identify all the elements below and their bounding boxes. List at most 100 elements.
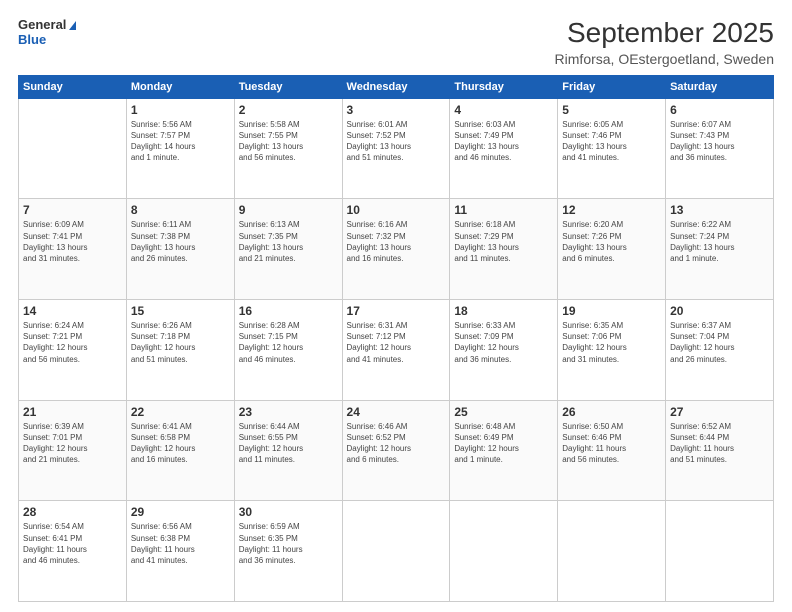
cell-day-number: 3 <box>347 103 446 117</box>
cell-day-number: 15 <box>131 304 230 318</box>
calendar-week-4: 21 Sunrise: 6:39 AMSunset: 7:01 PMDayligh… <box>19 400 774 501</box>
cell-day-number: 12 <box>562 203 661 217</box>
cell-day-number: 20 <box>670 304 769 318</box>
cell-info: Sunrise: 6:44 AMSunset: 6:55 PMDaylight:… <box>239 421 338 466</box>
col-monday: Monday <box>126 75 234 98</box>
calendar-cell: 10 Sunrise: 6:16 AMSunset: 7:32 PMDayligh… <box>342 199 450 300</box>
calendar-cell: 17Sunrise: 6:31 AMSunset: 7:12 PMDayligh… <box>342 300 450 401</box>
col-saturday: Saturday <box>666 75 774 98</box>
cell-info: Sunrise: 6:56 AMSunset: 6:38 PMDaylight:… <box>131 521 230 566</box>
cell-day-number: 21 <box>23 405 122 419</box>
cell-day-number: 19 <box>562 304 661 318</box>
calendar-cell: 4 Sunrise: 6:03 AMSunset: 7:49 PMDaylight… <box>450 98 558 199</box>
cell-info: Sunrise: 5:56 AMSunset: 7:57 PMDaylight:… <box>131 119 230 164</box>
calendar-cell: 13 Sunrise: 6:22 AMSunset: 7:24 PMDayligh… <box>666 199 774 300</box>
calendar-cell: 27 Sunrise: 6:52 AMSunset: 6:44 PMDayligh… <box>666 400 774 501</box>
calendar-cell: 18Sunrise: 6:33 AMSunset: 7:09 PMDayligh… <box>450 300 558 401</box>
cell-info: Sunrise: 6:09 AMSunset: 7:41 PMDaylight:… <box>23 219 122 264</box>
cell-info: Sunrise: 5:58 AMSunset: 7:55 PMDaylight:… <box>239 119 338 164</box>
cell-day-number: 11 <box>454 203 553 217</box>
cell-info: Sunrise: 6:16 AMSunset: 7:32 PMDaylight:… <box>347 219 446 264</box>
cell-day-number: 28 <box>23 505 122 519</box>
cell-info: Sunrise: 6:28 AMSunset: 7:15 PMDaylight:… <box>239 320 338 365</box>
cell-day-number: 26 <box>562 405 661 419</box>
calendar-cell: 24Sunrise: 6:46 AMSunset: 6:52 PMDayligh… <box>342 400 450 501</box>
col-sunday: Sunday <box>19 75 127 98</box>
cell-day-number: 7 <box>23 203 122 217</box>
cell-day-number: 16 <box>239 304 338 318</box>
cell-day-number: 27 <box>670 405 769 419</box>
calendar-cell: 30Sunrise: 6:59 AMSunset: 6:35 PMDayligh… <box>234 501 342 602</box>
title-block: September 2025 Rimforsa, OEstergoetland,… <box>555 18 774 67</box>
cell-day-number: 30 <box>239 505 338 519</box>
calendar-cell: 5 Sunrise: 6:05 AMSunset: 7:46 PMDaylight… <box>558 98 666 199</box>
calendar-week-2: 7 Sunrise: 6:09 AMSunset: 7:41 PMDaylight… <box>19 199 774 300</box>
cell-info: Sunrise: 6:54 AMSunset: 6:41 PMDaylight:… <box>23 521 122 566</box>
cell-day-number: 6 <box>670 103 769 117</box>
logo-general: General <box>18 18 76 33</box>
calendar-cell: 25 Sunrise: 6:48 AMSunset: 6:49 PMDayligh… <box>450 400 558 501</box>
logo-blue: Blue <box>18 33 46 48</box>
cell-info: Sunrise: 6:03 AMSunset: 7:49 PMDaylight:… <box>454 119 553 164</box>
cell-day-number: 24 <box>347 405 446 419</box>
calendar-week-3: 14Sunrise: 6:24 AMSunset: 7:21 PMDayligh… <box>19 300 774 401</box>
cell-info: Sunrise: 6:01 AMSunset: 7:52 PMDaylight:… <box>347 119 446 164</box>
cell-info: Sunrise: 6:24 AMSunset: 7:21 PMDaylight:… <box>23 320 122 365</box>
calendar-cell <box>19 98 127 199</box>
cell-info: Sunrise: 6:35 AMSunset: 7:06 PMDaylight:… <box>562 320 661 365</box>
calendar-cell: 7 Sunrise: 6:09 AMSunset: 7:41 PMDaylight… <box>19 199 127 300</box>
logo-graphic: General Blue <box>18 18 76 48</box>
subtitle: Rimforsa, OEstergoetland, Sweden <box>555 51 774 67</box>
calendar-cell: 14Sunrise: 6:24 AMSunset: 7:21 PMDayligh… <box>19 300 127 401</box>
cell-info: Sunrise: 6:52 AMSunset: 6:44 PMDaylight:… <box>670 421 769 466</box>
cell-day-number: 4 <box>454 103 553 117</box>
calendar-cell: 26 Sunrise: 6:50 AMSunset: 6:46 PMDayligh… <box>558 400 666 501</box>
cell-info: Sunrise: 6:13 AMSunset: 7:35 PMDaylight:… <box>239 219 338 264</box>
cell-info: Sunrise: 6:26 AMSunset: 7:18 PMDaylight:… <box>131 320 230 365</box>
col-tuesday: Tuesday <box>234 75 342 98</box>
cell-day-number: 25 <box>454 405 553 419</box>
calendar-cell: 3 Sunrise: 6:01 AMSunset: 7:52 PMDaylight… <box>342 98 450 199</box>
calendar-cell: 28 Sunrise: 6:54 AMSunset: 6:41 PMDayligh… <box>19 501 127 602</box>
main-title: September 2025 <box>555 18 774 49</box>
calendar-cell: 9Sunrise: 6:13 AMSunset: 7:35 PMDaylight… <box>234 199 342 300</box>
calendar-week-1: 1 Sunrise: 5:56 AMSunset: 7:57 PMDaylight… <box>19 98 774 199</box>
cell-day-number: 5 <box>562 103 661 117</box>
cell-info: Sunrise: 6:18 AMSunset: 7:29 PMDaylight:… <box>454 219 553 264</box>
cell-day-number: 18 <box>454 304 553 318</box>
calendar-cell: 6Sunrise: 6:07 AMSunset: 7:43 PMDaylight… <box>666 98 774 199</box>
calendar-cell: 11 Sunrise: 6:18 AMSunset: 7:29 PMDayligh… <box>450 199 558 300</box>
cell-info: Sunrise: 6:39 AMSunset: 7:01 PMDaylight:… <box>23 421 122 466</box>
cell-day-number: 1 <box>131 103 230 117</box>
cell-day-number: 10 <box>347 203 446 217</box>
calendar-cell: 20 Sunrise: 6:37 AMSunset: 7:04 PMDayligh… <box>666 300 774 401</box>
calendar-cell: 19 Sunrise: 6:35 AMSunset: 7:06 PMDayligh… <box>558 300 666 401</box>
col-thursday: Thursday <box>450 75 558 98</box>
cell-day-number: 8 <box>131 203 230 217</box>
calendar-cell: 8 Sunrise: 6:11 AMSunset: 7:38 PMDaylight… <box>126 199 234 300</box>
calendar-cell: 16 Sunrise: 6:28 AMSunset: 7:15 PMDayligh… <box>234 300 342 401</box>
calendar-cell <box>666 501 774 602</box>
cell-day-number: 2 <box>239 103 338 117</box>
calendar-cell <box>342 501 450 602</box>
calendar-cell: 21 Sunrise: 6:39 AMSunset: 7:01 PMDayligh… <box>19 400 127 501</box>
page: General Blue September 2025 Rimforsa, OE… <box>0 0 792 612</box>
calendar-cell: 1 Sunrise: 5:56 AMSunset: 7:57 PMDaylight… <box>126 98 234 199</box>
cell-info: Sunrise: 6:11 AMSunset: 7:38 PMDaylight:… <box>131 219 230 264</box>
header: General Blue September 2025 Rimforsa, OE… <box>18 18 774 67</box>
cell-info: Sunrise: 6:37 AMSunset: 7:04 PMDaylight:… <box>670 320 769 365</box>
calendar-cell: 22Sunrise: 6:41 AMSunset: 6:58 PMDayligh… <box>126 400 234 501</box>
cell-info: Sunrise: 6:41 AMSunset: 6:58 PMDaylight:… <box>131 421 230 466</box>
cell-info: Sunrise: 6:05 AMSunset: 7:46 PMDaylight:… <box>562 119 661 164</box>
cell-info: Sunrise: 6:31 AMSunset: 7:12 PMDaylight:… <box>347 320 446 365</box>
cell-day-number: 23 <box>239 405 338 419</box>
cell-day-number: 13 <box>670 203 769 217</box>
calendar-cell: 23 Sunrise: 6:44 AMSunset: 6:55 PMDayligh… <box>234 400 342 501</box>
cell-info: Sunrise: 6:22 AMSunset: 7:24 PMDaylight:… <box>670 219 769 264</box>
logo: General Blue <box>18 18 76 48</box>
calendar-cell <box>558 501 666 602</box>
col-wednesday: Wednesday <box>342 75 450 98</box>
cell-info: Sunrise: 6:50 AMSunset: 6:46 PMDaylight:… <box>562 421 661 466</box>
col-friday: Friday <box>558 75 666 98</box>
cell-info: Sunrise: 6:48 AMSunset: 6:49 PMDaylight:… <box>454 421 553 466</box>
